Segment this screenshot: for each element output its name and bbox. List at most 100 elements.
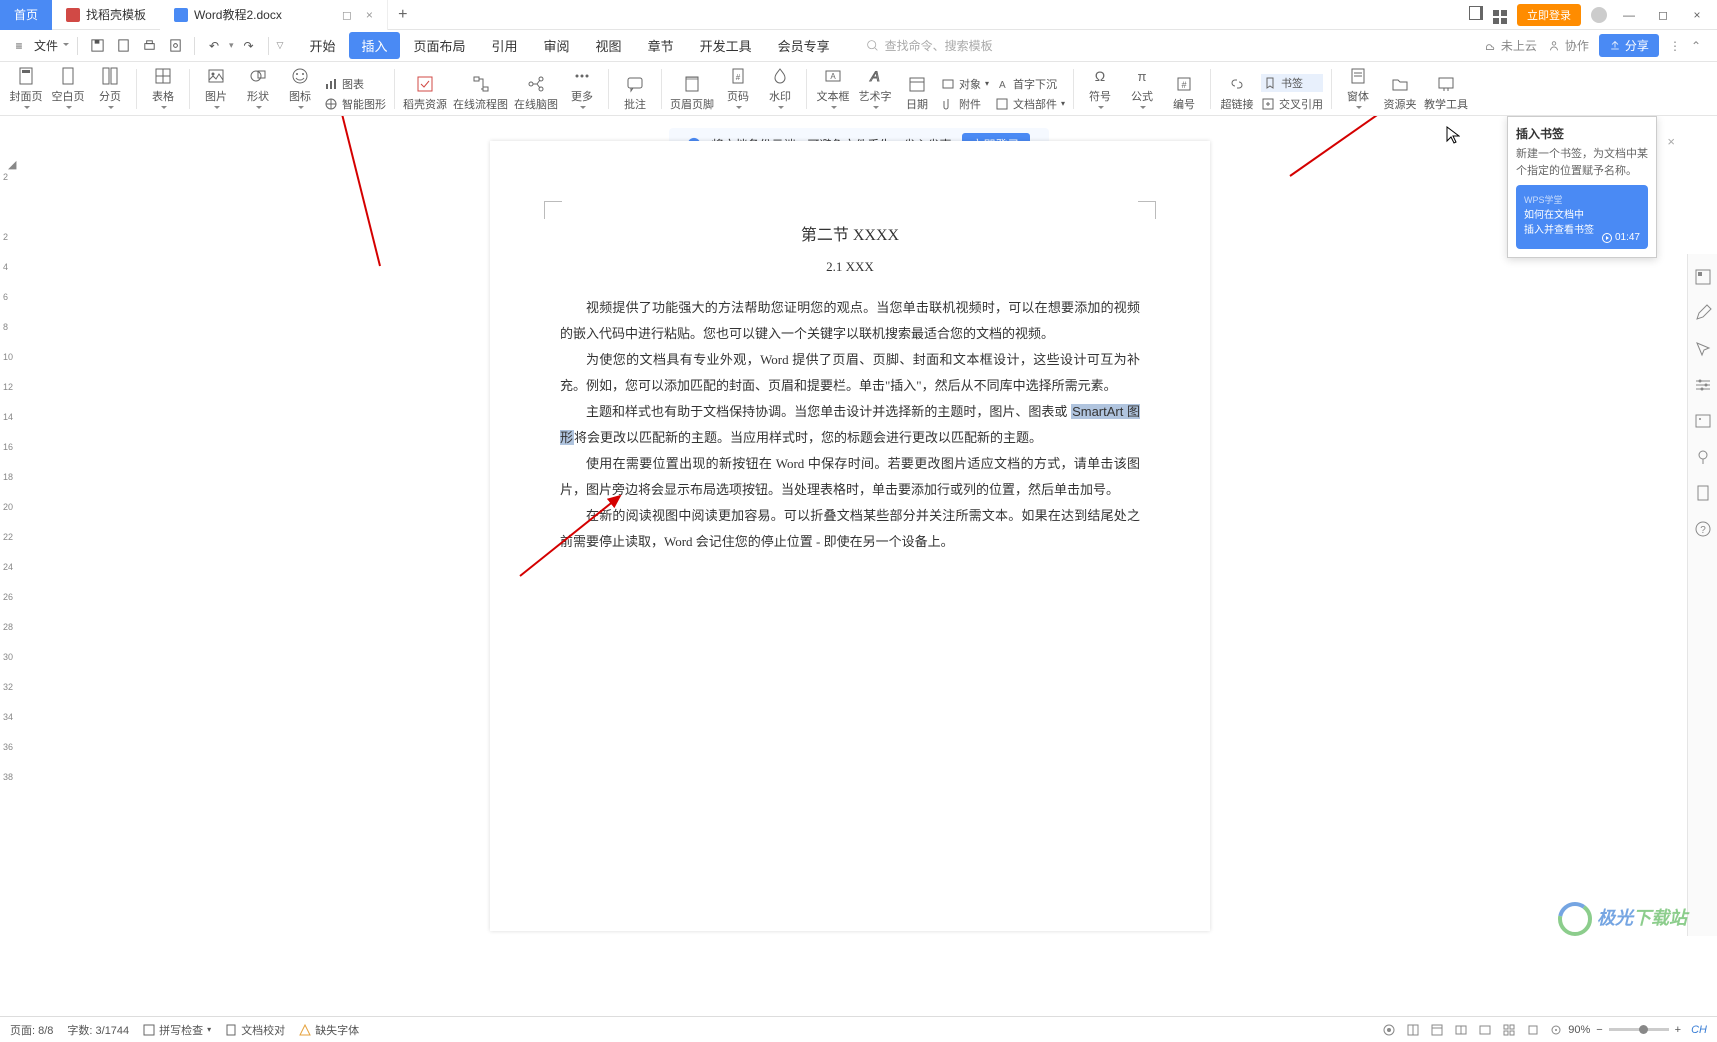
rb-parts[interactable]: 文档部件▾ [995,96,1065,112]
rb-wordart[interactable]: A艺术字 [857,66,893,112]
tab-start[interactable]: 开始 [297,32,347,59]
undo-icon[interactable]: ↶ [203,35,225,57]
rb-flow[interactable]: 在线流程图 [453,66,508,112]
layout-icon[interactable] [1469,6,1483,23]
sidebar-select-icon[interactable] [1694,340,1712,358]
rb-num[interactable]: #编号 [1166,66,1202,112]
rb-chart[interactable]: 图表 [324,76,386,92]
tooltip-video-thumb[interactable]: WPS学堂 如何在文档中 插入并查看书签 01:47 [1516,185,1648,249]
rb-pagenum[interactable]: #页码 [720,66,756,112]
zoom-target-icon[interactable] [1550,1024,1562,1036]
sidebar-pen-icon[interactable] [1694,304,1712,322]
status-read-icon[interactable] [1454,1023,1468,1037]
sidebar-help-icon[interactable]: ? [1694,520,1712,538]
preview-icon[interactable] [164,35,186,57]
rb-resource2[interactable]: 资源夹 [1382,66,1418,112]
login-button[interactable]: 立即登录 [1517,4,1581,26]
tab-close-icon[interactable]: × [366,8,373,22]
rb-resource[interactable]: 稻壳资源 [403,66,447,112]
zoom-slider[interactable] [1609,1028,1669,1031]
file-button[interactable]: 文件 [34,37,69,54]
rb-shape[interactable]: 形状 [240,66,276,112]
tab-view[interactable]: 视图 [584,32,634,59]
rb-picture[interactable]: 图片 [198,66,234,112]
print-icon[interactable] [138,35,160,57]
rb-date[interactable]: 日期 [899,66,935,112]
tab-restore-icon[interactable]: ◻ [342,8,352,22]
rb-water[interactable]: 水印 [762,66,798,112]
rb-mind[interactable]: 在线脑图 [514,66,558,112]
tab-template[interactable]: 找稻壳模板 [52,0,160,30]
status-missing-font[interactable]: 缺失字体 [299,1022,359,1038]
window-minimize[interactable]: — [1617,8,1641,22]
sidebar-settings-icon[interactable] [1694,376,1712,394]
rb-cover[interactable]: 封面页 [8,66,44,112]
tab-review[interactable]: 审阅 [532,32,582,59]
zoom-in-button[interactable]: + [1675,1024,1681,1036]
tab-member[interactable]: 会员专享 [766,32,842,59]
rb-header[interactable]: 页眉页脚 [670,66,714,112]
window-maximize[interactable]: ◻ [1651,8,1675,22]
rb-smart[interactable]: 智能图形 [324,96,386,112]
status-fit-icon[interactable] [1526,1023,1540,1037]
rb-attach[interactable]: 附件 [941,96,989,112]
cloud-status[interactable]: 未上云 [1483,37,1537,54]
rb-blank[interactable]: 空白页 [50,66,86,112]
mouse-cursor-icon [1446,126,1460,144]
status-ime[interactable]: CH [1691,1024,1707,1036]
status-spell[interactable]: 拼写检查▾ [143,1022,211,1038]
rb-formula[interactable]: π公式 [1124,66,1160,112]
avatar-icon[interactable] [1591,7,1607,23]
tab-document[interactable]: Word教程2.docx◻× [160,0,388,30]
new-icon[interactable] [112,35,134,57]
tab-reference[interactable]: 引用 [480,32,530,59]
collab-button[interactable]: 协作 [1547,37,1589,54]
panel-close-icon[interactable]: × [1667,134,1675,149]
more-menu[interactable]: ⋮ [1669,39,1681,53]
apps-icon[interactable] [1493,5,1507,24]
rb-object[interactable]: 对象▾ [941,76,989,92]
tab-developer[interactable]: 开发工具 [688,32,764,59]
rb-symbol[interactable]: Ω符号 [1082,66,1118,112]
document-page[interactable]: 第二节 XXXX 2.1 XXX 视频提供了功能强大的方法帮助您证明您的观点。当… [490,141,1210,931]
collapse-ribbon[interactable]: ⌃ [1691,39,1701,53]
rb-textbox[interactable]: A文本框 [815,66,851,112]
rb-comment[interactable]: 批注 [617,66,653,112]
status-view-icon[interactable] [1382,1023,1396,1037]
sidebar-style-icon[interactable] [1694,268,1712,286]
menu-icon[interactable]: ≡ [8,35,30,57]
rb-table[interactable]: 表格 [145,66,181,112]
status-web-icon[interactable] [1502,1023,1516,1037]
tab-home[interactable]: 首页 [0,0,52,30]
window-close[interactable]: × [1685,8,1709,22]
tab-layout[interactable]: 页面布局 [402,32,478,59]
rb-icon[interactable]: 图标 [282,66,318,112]
sidebar-image-icon[interactable] [1694,412,1712,430]
search-input[interactable]: 查找命令、搜索模板 [866,37,993,54]
status-page[interactable]: 页面: 8/8 [10,1022,53,1038]
status-layout2-icon[interactable] [1430,1023,1444,1037]
rb-cap[interactable]: A首字下沉 [995,76,1065,92]
tab-add-button[interactable]: + [388,6,418,24]
sidebar-doc-icon[interactable] [1694,484,1712,502]
rb-more[interactable]: 更多 [564,66,600,112]
quick-dropdown[interactable]: ▽ [277,40,284,51]
sidebar-location-icon[interactable] [1694,448,1712,466]
rb-hyperlink[interactable]: 超链接 [1219,66,1255,112]
status-layout1-icon[interactable] [1406,1023,1420,1037]
status-outline-icon[interactable] [1478,1023,1492,1037]
rb-break[interactable]: 分页 [92,66,128,112]
tab-insert[interactable]: 插入 [349,32,399,59]
status-word-count[interactable]: 字数: 3/1744 [67,1022,129,1038]
save-icon[interactable] [86,35,108,57]
zoom-out-button[interactable]: − [1596,1024,1602,1036]
tab-section[interactable]: 章节 [636,32,686,59]
zoom-control[interactable]: 90% − + [1550,1024,1681,1036]
rb-crossref[interactable]: 交叉引用 [1261,96,1323,112]
rb-form[interactable]: 窗体 [1340,66,1376,112]
rb-teach[interactable]: 教学工具 [1424,66,1468,112]
share-button[interactable]: 分享 [1599,34,1659,57]
rb-bookmark[interactable]: 书签 [1261,74,1323,92]
status-proof[interactable]: 文档校对 [225,1022,285,1038]
redo-icon[interactable]: ↷ [238,35,260,57]
